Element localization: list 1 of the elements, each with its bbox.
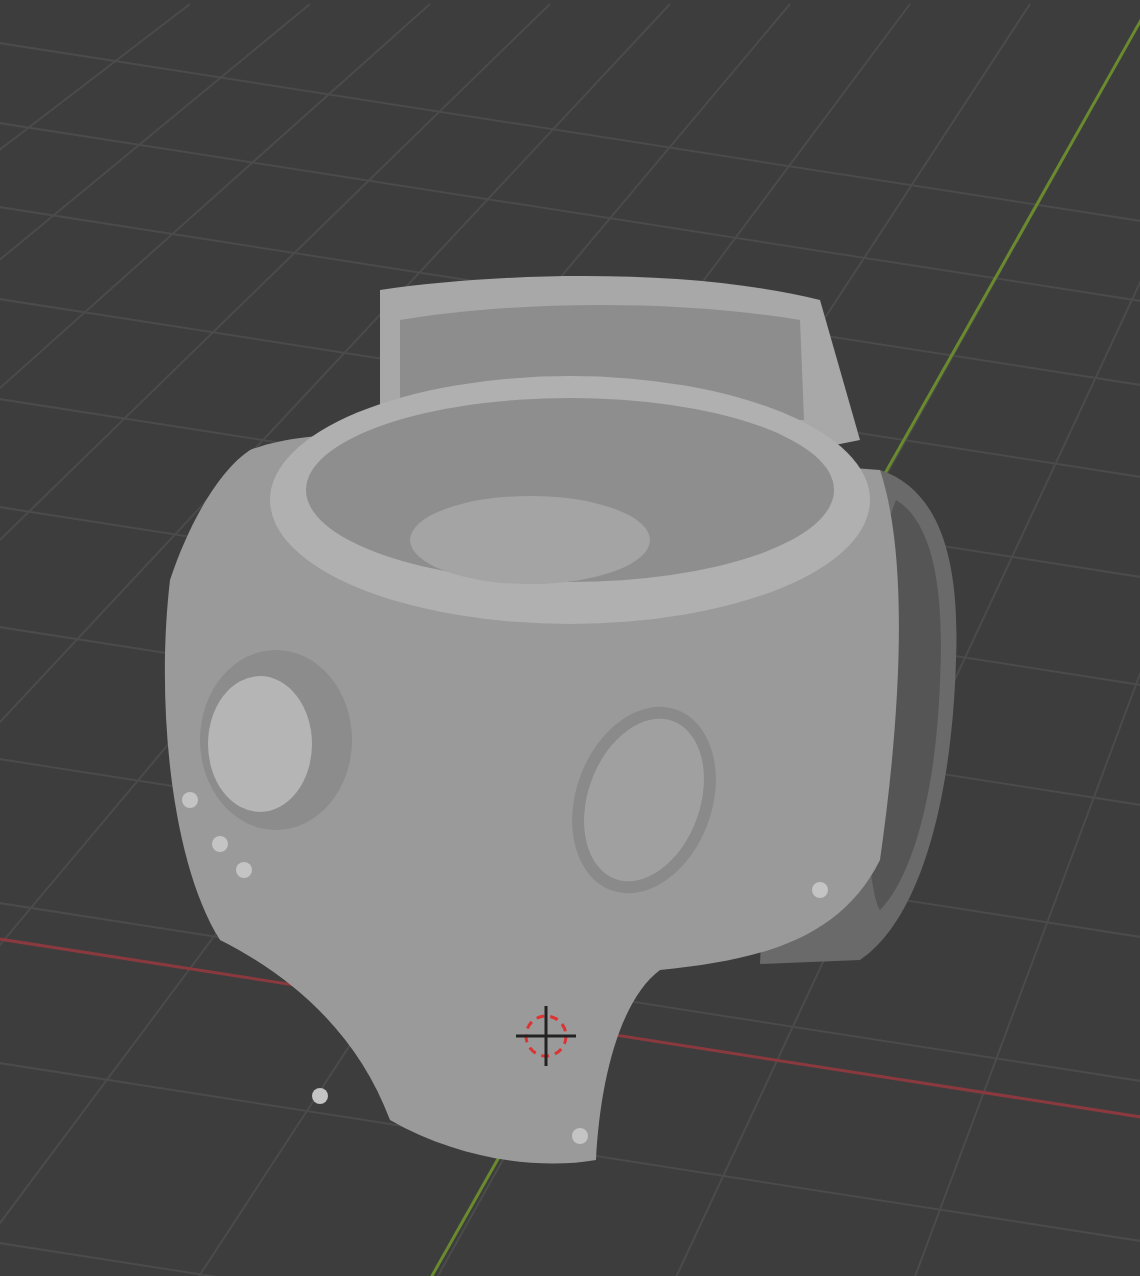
crosshair-cursor-icon — [516, 1006, 576, 1066]
